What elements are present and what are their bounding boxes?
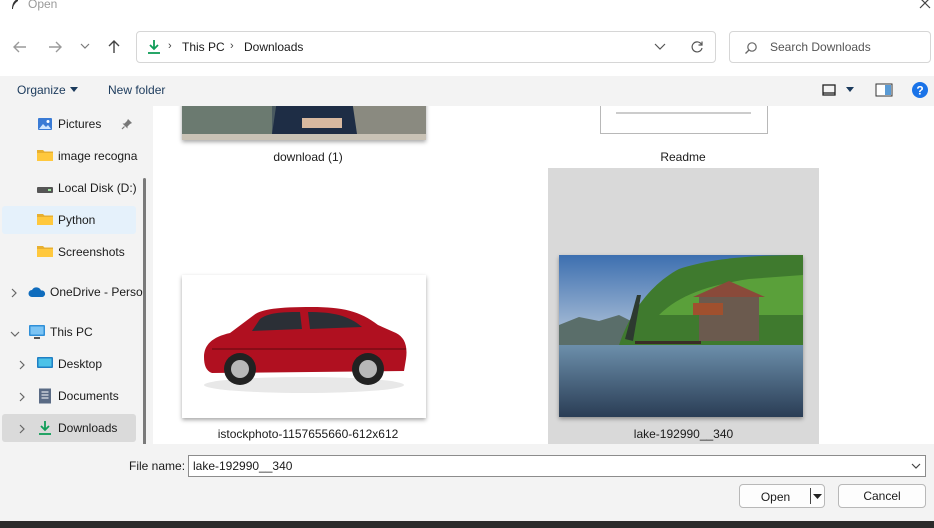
thumbnail-person-at-laptop bbox=[182, 106, 426, 140]
window-title: Open bbox=[28, 0, 58, 11]
chevron-right-icon[interactable] bbox=[18, 391, 26, 405]
file-name: lake-192990__340 bbox=[633, 427, 734, 441]
sidebar-item-pictures[interactable]: Pictures bbox=[2, 110, 136, 138]
sidebar-item-label: Pictures bbox=[58, 117, 102, 131]
open-button[interactable]: Open bbox=[739, 484, 825, 508]
close-icon[interactable] bbox=[919, 0, 931, 9]
chevron-down-icon[interactable] bbox=[911, 462, 921, 470]
file-item[interactable]: download (1) bbox=[153, 106, 463, 168]
file-list[interactable]: download (1) Readme istockphoto-11576556… bbox=[153, 106, 934, 444]
search-box[interactable] bbox=[729, 31, 931, 63]
search-input[interactable] bbox=[770, 37, 920, 57]
download-icon bbox=[146, 39, 162, 55]
sidebar-item-python[interactable]: Python bbox=[2, 206, 136, 234]
file-name-combobox[interactable] bbox=[188, 455, 926, 477]
folder-icon bbox=[37, 148, 53, 165]
downloads-icon bbox=[37, 420, 53, 439]
pictures-icon bbox=[37, 116, 53, 135]
file-item-selected[interactable]: lake-192990__340 bbox=[548, 168, 819, 444]
pin-icon[interactable] bbox=[121, 118, 133, 133]
caret-down-icon[interactable] bbox=[813, 494, 822, 500]
back-arrow-icon[interactable] bbox=[10, 37, 30, 57]
sidebar-item-image-recogna[interactable]: image recogna bbox=[2, 142, 138, 170]
desktop-icon bbox=[37, 356, 53, 373]
file-name: istockphoto-1157655660-612x612 bbox=[217, 427, 399, 441]
cancel-button[interactable]: Cancel bbox=[838, 484, 926, 508]
taskbar-strip bbox=[0, 521, 934, 528]
caret-down-icon[interactable] bbox=[70, 87, 78, 93]
command-bar: Organize New folder ? bbox=[0, 76, 934, 106]
forward-arrow-icon[interactable] bbox=[45, 37, 65, 57]
sidebar-item-screenshots[interactable]: Screenshots bbox=[2, 238, 136, 266]
sidebar-item-onedrive[interactable]: OneDrive - Perso bbox=[2, 278, 143, 306]
new-folder-button[interactable]: New folder bbox=[108, 83, 165, 97]
preview-pane-icon[interactable] bbox=[875, 82, 893, 98]
sidebar-item-label: Downloads bbox=[58, 421, 118, 435]
folder-icon bbox=[37, 212, 53, 229]
sidebar-item-documents[interactable]: Documents bbox=[2, 382, 136, 410]
breadcrumb-this-pc[interactable]: This PC bbox=[182, 40, 225, 54]
file-name: download (1) bbox=[273, 150, 343, 164]
up-arrow-icon[interactable] bbox=[104, 37, 124, 57]
file-name: Readme bbox=[660, 150, 706, 164]
chevron-right-icon[interactable] bbox=[18, 423, 26, 437]
address-bar[interactable]: › This PC › Downloads bbox=[136, 31, 716, 63]
drive-icon bbox=[37, 183, 53, 197]
thumbnail-lake-boathouse bbox=[559, 255, 803, 417]
sidebar-item-label: This PC bbox=[50, 325, 93, 339]
file-name-input[interactable] bbox=[193, 458, 893, 474]
split-divider bbox=[810, 488, 811, 504]
change-view-icon[interactable] bbox=[821, 82, 837, 98]
pc-icon bbox=[28, 324, 46, 343]
breadcrumb-downloads[interactable]: Downloads bbox=[244, 40, 303, 54]
file-name-label: File name: bbox=[129, 459, 186, 473]
help-icon[interactable]: ? bbox=[911, 81, 929, 99]
sidebar-item-label: Local Disk (D:) bbox=[58, 181, 137, 195]
sidebar-item-label: Python bbox=[58, 213, 96, 227]
sidebar-item-this-pc[interactable]: This PC bbox=[2, 318, 136, 346]
refresh-icon[interactable] bbox=[690, 40, 704, 54]
sidebar-item-downloads[interactable]: Downloads bbox=[2, 414, 136, 442]
sidebar-item-label: image recogna bbox=[58, 149, 138, 163]
address-dropdown-chevron-icon[interactable] bbox=[654, 41, 666, 51]
chevron-right-icon[interactable] bbox=[10, 287, 18, 301]
navigation-pane: Pictures image recogna Local Disk (D:) P… bbox=[0, 106, 153, 444]
sidebar-item-local-disk[interactable]: Local Disk (D:) bbox=[2, 174, 137, 202]
thumbnail-red-suv bbox=[182, 275, 426, 418]
title-bar: Open bbox=[0, 0, 934, 14]
chevron-right-icon[interactable] bbox=[18, 359, 26, 373]
sidebar-scrollbar[interactable] bbox=[143, 178, 146, 444]
dialog-footer: File name: Open Cancel bbox=[0, 444, 934, 521]
sidebar-item-label: Screenshots bbox=[58, 245, 125, 259]
file-item[interactable]: Readme bbox=[528, 106, 838, 168]
svg-text:?: ? bbox=[916, 84, 923, 98]
chevron-down-icon[interactable] bbox=[10, 327, 20, 341]
organize-button[interactable]: Organize bbox=[17, 83, 66, 97]
breadcrumb-separator-icon: › bbox=[230, 40, 234, 52]
caret-down-icon[interactable] bbox=[846, 87, 854, 93]
sidebar-item-label: Desktop bbox=[58, 357, 103, 371]
file-item[interactable]: istockphoto-1157655660-612x612 bbox=[153, 266, 463, 442]
search-icon bbox=[744, 41, 758, 55]
open-button-label: Open bbox=[760, 490, 791, 504]
sidebar-item-label: OneDrive - Perso bbox=[50, 285, 143, 299]
breadcrumb-separator-icon: › bbox=[168, 40, 172, 52]
sidebar-item-desktop[interactable]: Desktop bbox=[2, 350, 136, 378]
folder-icon bbox=[37, 244, 53, 261]
onedrive-icon bbox=[28, 286, 46, 301]
thumbnail-document-page bbox=[600, 106, 768, 134]
documents-icon bbox=[38, 388, 52, 407]
feather-icon bbox=[10, 0, 20, 10]
recent-locations-chevron-icon[interactable] bbox=[80, 42, 90, 50]
sidebar-item-label: Documents bbox=[58, 389, 119, 403]
